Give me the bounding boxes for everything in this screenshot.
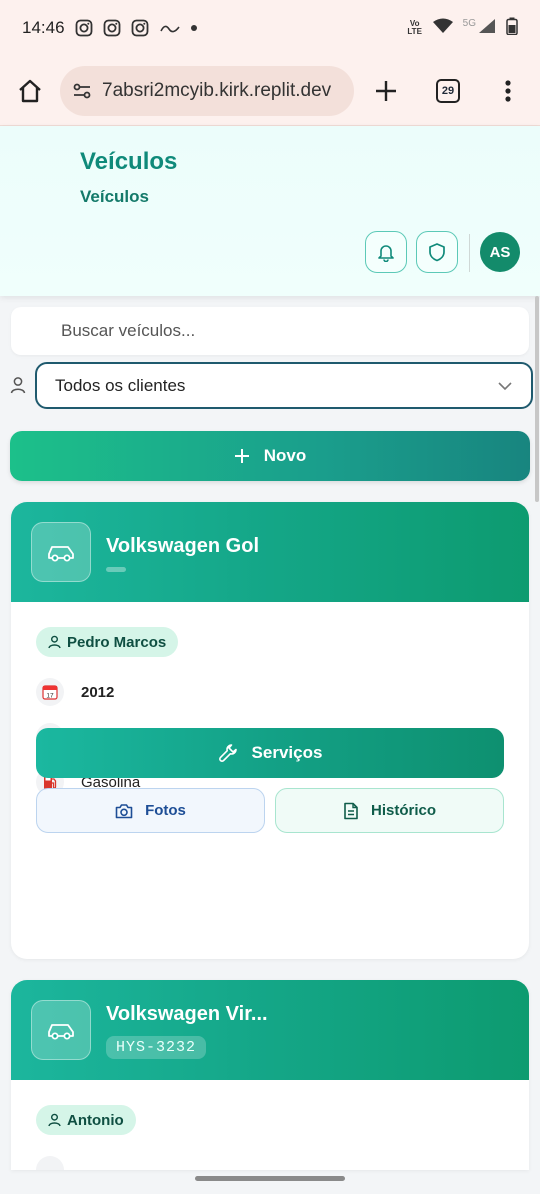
browser-toolbar: 7absri2mcyib.kirk.replit.dev 29 xyxy=(0,56,540,126)
tab-count: 29 xyxy=(436,78,460,103)
app-logo-icon xyxy=(159,19,181,37)
browser-menu-button[interactable] xyxy=(490,73,526,109)
tab-switcher-button[interactable]: 29 xyxy=(430,73,466,109)
user-icon xyxy=(10,376,26,399)
url-text: 7absri2mcyib.kirk.replit.dev xyxy=(102,79,332,101)
vehicle-plate: HYS-3232 xyxy=(106,1036,207,1059)
instagram-icon xyxy=(103,19,121,37)
owner-name: Pedro Marcos xyxy=(67,633,167,651)
client-filter-select[interactable]: Todos os clientes xyxy=(35,362,533,409)
page-title: Veículos xyxy=(80,148,178,175)
plus-icon xyxy=(376,80,396,101)
instagram-icon xyxy=(75,19,93,37)
new-vehicle-button[interactable]: Novo xyxy=(10,431,530,481)
status-bar: 14:46 Vo LTE 5G xyxy=(0,0,540,56)
more-vert-icon xyxy=(505,79,511,102)
shield-icon xyxy=(429,243,445,262)
instagram-icon xyxy=(131,19,149,37)
car-icon xyxy=(31,1000,91,1060)
page-subtitle: Veículos xyxy=(80,187,149,206)
home-button[interactable] xyxy=(12,73,48,109)
status-time: 14:46 xyxy=(22,18,65,37)
site-settings-icon xyxy=(73,83,91,98)
chevron-down-icon xyxy=(498,381,512,390)
home-icon xyxy=(19,79,41,102)
vehicle-card: Volkswagen Gol Pedro Marcos 17 2012 Verm… xyxy=(11,502,529,959)
search-placeholder: Buscar veículos... xyxy=(61,321,196,340)
photos-label: Fotos xyxy=(145,802,186,819)
vehicle-card-header: Volkswagen Gol xyxy=(11,502,529,602)
client-filter-value: Todos os clientes xyxy=(55,375,186,395)
document-icon xyxy=(344,802,358,819)
wifi-icon xyxy=(432,18,453,39)
signal-icon xyxy=(478,18,496,39)
svg-text:17: 17 xyxy=(46,693,54,700)
user-icon xyxy=(48,1113,61,1127)
battery-icon xyxy=(506,17,518,40)
services-label: Serviços xyxy=(251,743,323,762)
vehicle-name: Volkswagen Vir... xyxy=(106,1003,268,1025)
owner-chip: Antonio xyxy=(36,1105,136,1135)
new-tab-button[interactable] xyxy=(368,73,404,109)
security-button[interactable] xyxy=(416,231,458,273)
avatar[interactable]: AS xyxy=(480,232,520,272)
vehicle-card: Volkswagen Vir... HYS-3232 Antonio xyxy=(11,980,529,1170)
vehicle-plate-empty xyxy=(106,567,126,572)
camera-icon xyxy=(115,803,133,818)
vehicle-name: Volkswagen Gol xyxy=(106,535,259,557)
history-button[interactable]: Histórico xyxy=(275,788,504,833)
plus-icon xyxy=(234,449,249,463)
services-button[interactable]: Serviços xyxy=(36,728,504,778)
info-row-year xyxy=(36,1156,64,1170)
owner-chip: Pedro Marcos xyxy=(36,627,179,657)
new-vehicle-label: Novo xyxy=(263,446,307,465)
owner-name: Antonio xyxy=(67,1111,124,1129)
network-type: 5G xyxy=(462,17,476,29)
bell-icon xyxy=(378,245,394,262)
car-icon xyxy=(31,522,91,582)
page-scrollbar[interactable] xyxy=(535,296,539,502)
volte-icon: Vo LTE xyxy=(407,19,422,36)
history-label: Histórico xyxy=(370,802,436,819)
vehicle-year: 2012 xyxy=(81,683,115,701)
app-header: Veículos Veículos AS xyxy=(0,126,540,296)
notification-dot-icon xyxy=(190,25,197,31)
calendar-icon xyxy=(36,1156,64,1170)
user-icon xyxy=(48,635,61,649)
vehicle-card-header: Volkswagen Vir... HYS-3232 xyxy=(11,980,529,1080)
wrench-icon xyxy=(218,744,237,762)
search-input[interactable]: Buscar veículos... xyxy=(11,307,529,355)
photos-button[interactable]: Fotos xyxy=(36,788,265,833)
notifications-button[interactable] xyxy=(365,231,407,273)
info-row-year: 17 2012 xyxy=(36,678,114,706)
header-divider xyxy=(469,234,470,272)
calendar-icon: 17 xyxy=(36,678,64,706)
gesture-home-bar[interactable] xyxy=(195,1176,345,1181)
address-bar[interactable]: 7absri2mcyib.kirk.replit.dev xyxy=(60,65,354,116)
